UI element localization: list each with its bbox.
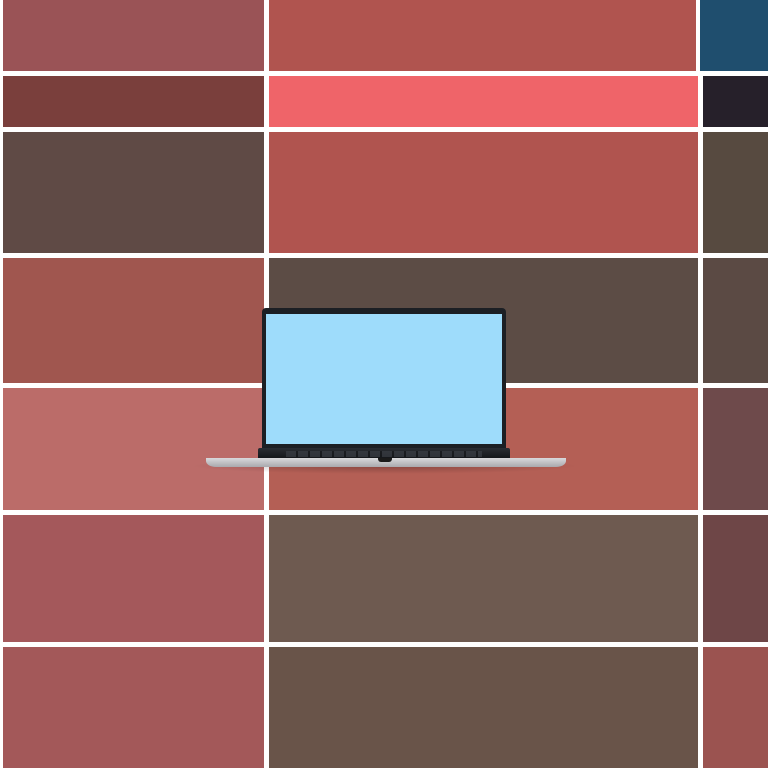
laptop-screen <box>266 314 502 444</box>
wall-tile <box>703 388 768 510</box>
laptop-lid <box>262 308 506 452</box>
wall-tile <box>3 76 264 127</box>
wall-tile <box>269 647 698 768</box>
wall-tile <box>269 132 698 253</box>
wall-tile <box>3 0 264 71</box>
wall-tile <box>3 647 264 768</box>
wall-tile <box>3 132 264 253</box>
scene-canvas <box>0 0 768 768</box>
laptop <box>206 308 566 473</box>
wall-tile <box>700 0 768 71</box>
laptop-trackpad-notch <box>378 458 392 462</box>
wall-tile <box>703 76 768 127</box>
wall-tile <box>269 76 698 127</box>
wall-tile <box>703 132 768 253</box>
wall-tile <box>703 515 768 642</box>
wall-tile <box>3 515 264 642</box>
wall-tile <box>269 515 698 642</box>
wall-tile <box>703 647 768 768</box>
wall-tile <box>703 258 768 383</box>
laptop-keyboard <box>286 451 482 457</box>
wall-tile <box>269 0 696 71</box>
